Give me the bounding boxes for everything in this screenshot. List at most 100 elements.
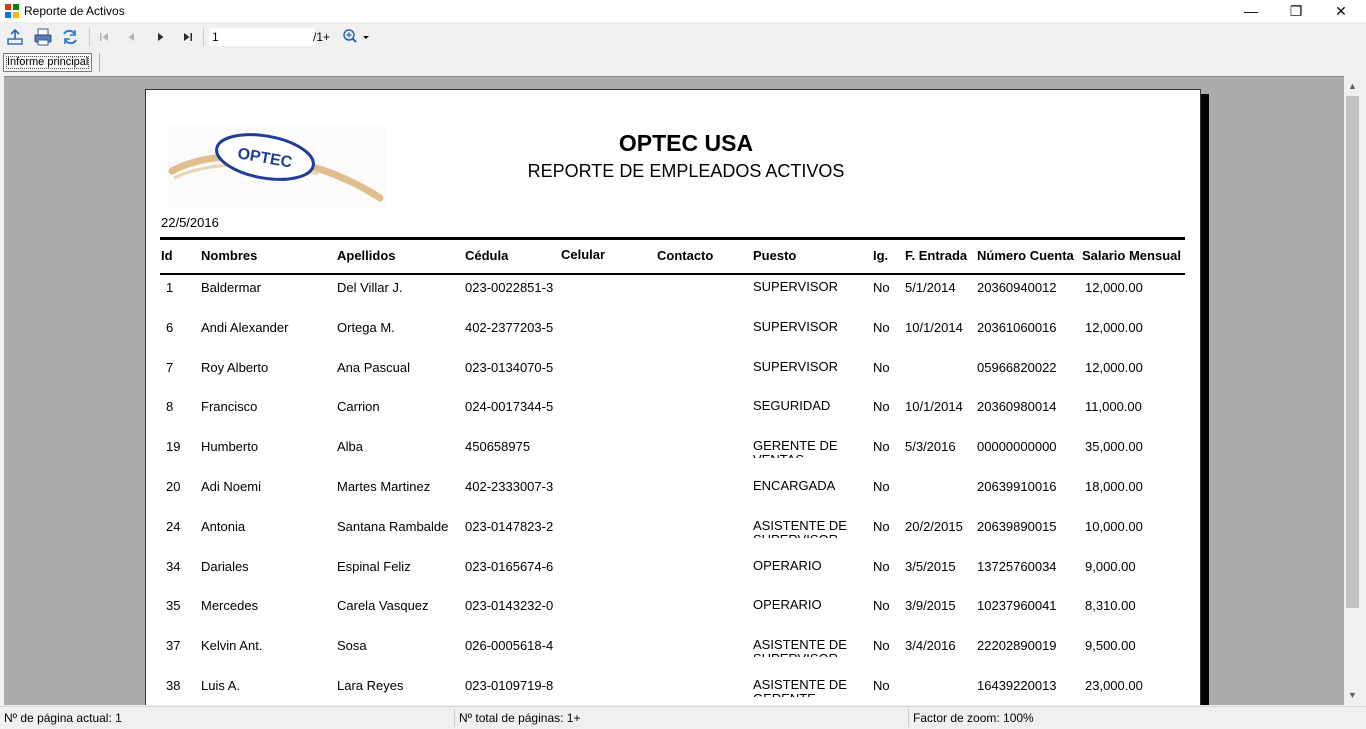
cell-cedula: 023-0022851-3 [465,280,554,295]
cell-salario: 12,000.00 [1085,320,1143,335]
cell-nombres: Dariales [201,559,249,574]
next-page-icon[interactable] [150,27,170,47]
cell-ig: No [873,399,890,414]
print-icon[interactable] [33,27,53,47]
table-row: 38 Luis A. Lara Reyes 023-0109719-8 ASISTENT… [146,678,1200,705]
cell-entrada: 3/5/2015 [905,559,956,574]
cell-cedula: 023-0109719-8 [465,678,554,693]
title-bar: Reporte de Activos — ❐ ✕ [0,0,1366,22]
cell-salario: 12,000.00 [1085,360,1143,375]
cell-salario: 9,000.00 [1085,559,1136,574]
column-header-salario: Salario Mensual [1082,248,1181,263]
cell-cedula: 402-2333007-3 [465,479,554,494]
cell-cedula: 402-2377203-5 [465,320,554,335]
cell-entrada: 20/2/2015 [905,519,963,534]
cell-nombres: Roy Alberto [201,360,269,375]
cell-nombres: Francisco [201,399,258,414]
cell-ig: No [873,360,890,375]
cell-apellidos: Santana Rambalde [337,519,449,534]
cell-cuenta: 10237960041 [977,598,1057,613]
window-title: Reporte de Activos [24,4,125,18]
app-icon [5,4,19,18]
cell-id: 37 [166,638,181,653]
cell-cuenta: 16439220013 [977,678,1057,693]
status-total-pages: Nº total de páginas: 1+ [459,711,581,725]
close-icon: ✕ [1335,3,1347,19]
cell-cuenta: 20639910016 [977,479,1057,494]
zoom-icon[interactable] [341,27,373,47]
cell-apellidos: Espinal Feliz [337,559,411,574]
refresh-icon[interactable] [60,27,80,47]
column-header-puesto: Puesto [753,248,797,263]
close-button[interactable]: ✕ [1318,0,1364,22]
cell-salario: 10,000.00 [1085,519,1143,534]
cell-cedula: 023-0134070-5 [465,360,554,375]
cell-id: 8 [166,399,174,414]
report-viewer[interactable]: OPTEC OPTEC USA REPORTE DE EMPLEADOS ACT… [4,76,1344,705]
scroll-down-button[interactable]: ▼ [1344,687,1361,704]
cell-id: 24 [166,519,181,534]
cell-salario: 35,000.00 [1085,439,1143,454]
cell-ig: No [873,479,890,494]
cell-id: 6 [166,320,174,335]
cell-puesto: ENCARGADA [753,479,836,493]
page-number-input[interactable] [209,28,315,46]
table-row: 8 Francisco Carrion 024-0017344-5 SEGURIDAD N… [146,399,1200,435]
export-icon[interactable] [5,27,25,47]
last-page-icon[interactable] [178,27,198,47]
cell-id: 19 [166,439,181,454]
cell-cuenta: 05966820022 [977,360,1057,375]
cell-nombres: Humberto [201,439,259,454]
cell-puesto: ASISTENTE DE SUPERVISOR [753,519,847,538]
cell-apellidos: Del Villar J. [337,280,403,295]
cell-puesto: ASISTENTE DE GERENTE [753,678,847,697]
report-title: REPORTE DE EMPLEADOS ACTIVOS [527,161,845,181]
cell-cedula: 023-0165674-6 [465,559,554,574]
cell-cedula: 023-0147823-2 [465,519,554,534]
cell-apellidos: Carrion [337,399,380,414]
column-header-entrada: F. Entrada [905,248,968,263]
header-rule-bottom [160,273,1185,275]
company-name: OPTEC USA [618,130,754,156]
minimize-icon: — [1244,3,1258,19]
first-page-icon[interactable] [94,27,114,47]
cell-cuenta: 20361060016 [977,320,1057,335]
cell-nombres: Andi Alexander [201,320,289,335]
table-row: 34 Dariales Espinal Feliz 023-0165674-6 OPER… [146,559,1200,595]
scroll-thumb[interactable] [1346,96,1359,608]
tab-divider [99,53,100,72]
tab-informe-principal[interactable]: Informe principal [3,53,93,72]
cell-salario: 23,000.00 [1085,678,1143,693]
status-current-page: Nº de página actual: 1 [4,711,122,725]
prev-page-icon[interactable] [121,27,141,47]
cell-cedula: 023-0143232-0 [465,598,554,613]
cell-ig: No [873,678,890,693]
table-row: 35 Mercedes Carela Vasquez 023-0143232-0 OPE… [146,598,1200,634]
scroll-up-button[interactable]: ▲ [1344,78,1361,95]
column-header-cuenta: Número Cuenta [977,248,1074,263]
toolbar-separator [203,28,204,46]
cell-id: 38 [166,678,181,693]
cell-ig: No [873,439,890,454]
cell-ig: No [873,638,890,653]
cell-ig: No [873,280,890,295]
status-bar: Nº de página actual: 1 Nº total de págin… [0,706,1366,729]
cell-apellidos: Sosa [337,638,367,653]
cell-apellidos: Carela Vasquez [337,598,429,613]
cell-salario: 11,000.00 [1085,399,1142,414]
minimize-button[interactable]: — [1228,0,1274,22]
column-header-id: Id [161,248,173,263]
status-separator [908,709,909,727]
cell-cuenta: 00000000000 [977,439,1057,454]
table-row: 24 Antonia Santana Rambalde 023-0147823-2 AS… [146,519,1200,555]
cell-id: 7 [166,360,174,375]
company-logo: OPTEC [168,126,386,208]
maximize-button[interactable]: ❐ [1273,0,1319,22]
cell-cedula: 450658975 [465,439,531,454]
cell-salario: 9,500.00 [1085,638,1136,653]
cell-ig: No [873,519,890,534]
cell-cuenta: 13725760034 [977,559,1057,574]
table-row: 6 Andi Alexander Ortega M. 402-2377203-5 SUP… [146,320,1200,356]
report-toolbar: /1+ [0,24,1366,50]
vertical-scrollbar[interactable]: ▲ ▼ [1344,78,1361,704]
